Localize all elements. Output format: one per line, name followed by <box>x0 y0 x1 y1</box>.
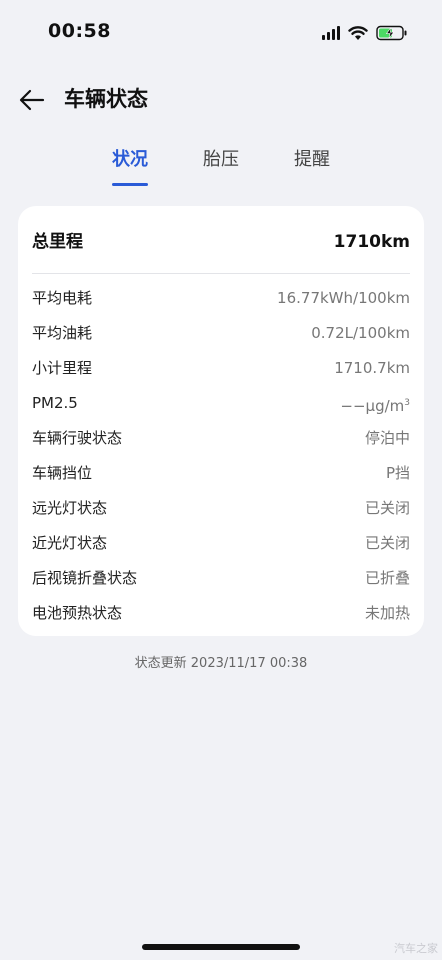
status-bar: 00:58 <box>0 0 442 64</box>
arrow-left-icon <box>19 89 45 111</box>
detail-label: 电池预热状态 <box>32 604 123 622</box>
detail-label: 车辆挡位 <box>32 464 93 482</box>
total-mileage-label: 总里程 <box>32 232 83 252</box>
detail-row-gear: 车辆挡位 P挡 <box>32 461 410 496</box>
detail-value: 停泊中 <box>364 429 410 447</box>
detail-label: PM2.5 <box>32 394 78 412</box>
pm25-value-text: −−μg/m <box>340 397 405 415</box>
detail-value: 16.77kWh/100km <box>277 289 410 307</box>
tab-tire-pressure[interactable]: 胎压 <box>191 146 251 174</box>
cellular-signal-icon <box>322 26 340 40</box>
status-update-time: 状态更新 2023/11/17 00:38 <box>134 656 308 671</box>
detail-value: P挡 <box>385 464 410 482</box>
pm25-unit-superscript: 3 <box>404 398 410 408</box>
detail-row-pm25: PM2.5 −−μg/m3 <box>32 391 410 426</box>
detail-value: 已关闭 <box>364 499 410 517</box>
page-title: 车辆状态 <box>64 87 148 111</box>
tab-reminders[interactable]: 提醒 <box>282 146 342 174</box>
detail-label: 平均油耗 <box>32 324 93 342</box>
total-mileage-value: 1710km <box>333 232 410 252</box>
detail-label: 车辆行驶状态 <box>32 429 123 447</box>
detail-value: 0.72L/100km <box>311 324 410 342</box>
tab-bar: 状况 胎压 提醒 <box>0 146 442 190</box>
detail-value: 1710.7km <box>334 359 410 377</box>
detail-list: 平均电耗 16.77kWh/100km 平均油耗 0.72L/100km 小计里… <box>32 286 410 636</box>
detail-row-battery-preheat: 电池预热状态 未加热 <box>32 601 410 636</box>
status-icons <box>322 22 408 44</box>
back-button[interactable] <box>16 84 48 116</box>
detail-label: 后视镜折叠状态 <box>32 569 138 587</box>
detail-row-high-beam: 远光灯状态 已关闭 <box>32 496 410 531</box>
detail-value: 未加热 <box>364 604 410 622</box>
detail-row-avg-power: 平均电耗 16.77kWh/100km <box>32 286 410 321</box>
detail-row-driving-state: 车辆行驶状态 停泊中 <box>32 426 410 461</box>
detail-value-pm25: −−μg/m3 <box>340 391 410 418</box>
detail-row-mirror-fold: 后视镜折叠状态 已折叠 <box>32 566 410 601</box>
wifi-icon <box>348 26 368 40</box>
detail-label: 近光灯状态 <box>32 534 108 552</box>
status-time: 00:58 <box>48 20 111 42</box>
vehicle-status-card: 总里程 1710km 平均电耗 16.77kWh/100km 平均油耗 0.72… <box>18 206 424 636</box>
detail-label: 小计里程 <box>32 359 93 377</box>
total-mileage-row: 总里程 1710km <box>32 228 410 256</box>
active-tab-indicator <box>112 183 148 186</box>
detail-label: 远光灯状态 <box>32 499 108 517</box>
detail-value: 已折叠 <box>364 569 410 587</box>
watermark: 汽车之家 <box>394 942 438 955</box>
header: 车辆状态 <box>0 70 442 130</box>
detail-row-low-beam: 近光灯状态 已关闭 <box>32 531 410 566</box>
home-indicator[interactable] <box>142 944 300 950</box>
detail-row-trip-mileage: 小计里程 1710.7km <box>32 356 410 391</box>
battery-charging-icon <box>376 25 407 41</box>
divider <box>32 273 410 274</box>
detail-value: 已关闭 <box>364 534 410 552</box>
detail-label: 平均电耗 <box>32 289 93 307</box>
tab-status[interactable]: 状况 <box>100 146 160 174</box>
detail-row-avg-fuel: 平均油耗 0.72L/100km <box>32 321 410 356</box>
